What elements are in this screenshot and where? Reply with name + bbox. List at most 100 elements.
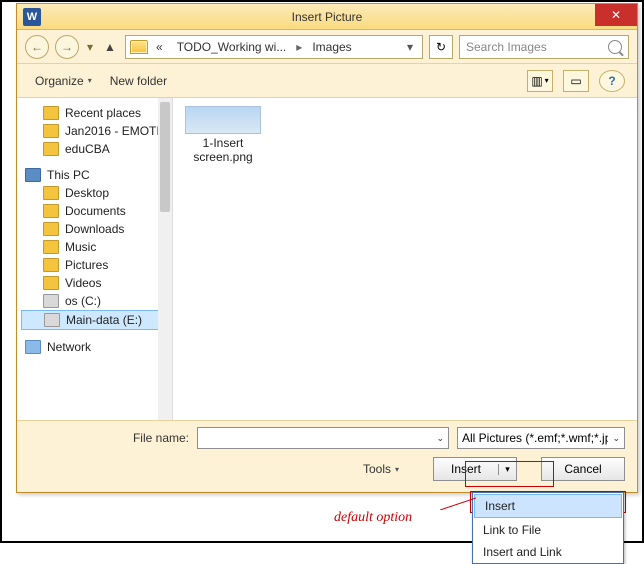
folder-icon bbox=[130, 40, 148, 54]
tree-drive-c[interactable]: os (C:) bbox=[21, 292, 168, 310]
menu-item-insert-and-link[interactable]: Insert and Link bbox=[473, 541, 623, 563]
annotation-arrow bbox=[440, 494, 476, 510]
tree-label: Network bbox=[47, 340, 91, 354]
tools-label: Tools bbox=[363, 462, 391, 476]
folder-icon bbox=[43, 240, 59, 254]
history-dropdown[interactable]: ▾ bbox=[85, 40, 95, 54]
folder-icon bbox=[43, 258, 59, 272]
forward-button[interactable]: → bbox=[55, 35, 79, 59]
up-button[interactable]: ▲ bbox=[101, 38, 119, 56]
titlebar: W Insert Picture ✕ bbox=[17, 4, 637, 30]
help-icon: ? bbox=[608, 74, 615, 88]
sidebar-scrollbar[interactable] bbox=[158, 98, 172, 420]
tree-recent-places[interactable]: Recent places bbox=[21, 104, 168, 122]
sidebar: Recent places Jan2016 - EMOTI eduCBA Thi… bbox=[17, 98, 173, 420]
chevron-down-icon: ▾ bbox=[88, 76, 92, 85]
tree-videos[interactable]: Videos bbox=[21, 274, 168, 292]
tree-educba[interactable]: eduCBA bbox=[21, 140, 168, 158]
tree-label: Pictures bbox=[65, 258, 108, 272]
file-type-filter[interactable]: All Pictures (*.emf;*.wmf;*.jpg;* ⌄ bbox=[457, 427, 625, 449]
address-dropdown-icon[interactable]: ▾ bbox=[402, 40, 418, 54]
folder-icon bbox=[43, 186, 59, 200]
organize-button[interactable]: Organize ▾ bbox=[29, 70, 98, 92]
chevron-down-icon: ▾ bbox=[395, 465, 399, 474]
tree-label: Main-data (E:) bbox=[66, 313, 142, 327]
file-thumbnail bbox=[185, 106, 261, 134]
insert-split-button[interactable]: Insert ▾ bbox=[433, 457, 517, 481]
network-icon bbox=[25, 340, 41, 354]
filter-label: All Pictures (*.emf;*.wmf;*.jpg;* bbox=[462, 431, 608, 445]
tree-desktop[interactable]: Desktop bbox=[21, 184, 168, 202]
cancel-label: Cancel bbox=[542, 462, 624, 476]
drive-icon bbox=[44, 313, 60, 327]
tree-label: Desktop bbox=[65, 186, 109, 200]
folder-icon bbox=[43, 106, 59, 120]
tree-documents[interactable]: Documents bbox=[21, 202, 168, 220]
breadcrumb-2[interactable]: Images bbox=[306, 40, 357, 54]
insert-dropdown-toggle[interactable]: ▾ bbox=[498, 464, 516, 475]
pane-icon: ▭ bbox=[570, 74, 581, 88]
refresh-icon: ↻ bbox=[436, 40, 446, 54]
tools-button[interactable]: Tools ▾ bbox=[357, 458, 405, 480]
nav-row: ← → ▾ ▲ « TODO_Working wi... ▸ Images ▾ … bbox=[17, 30, 637, 64]
tree-label: Jan2016 - EMOTI bbox=[65, 124, 160, 138]
tree-label: Music bbox=[65, 240, 96, 254]
filename-field[interactable] bbox=[202, 431, 432, 445]
search-icon bbox=[608, 40, 622, 54]
tree-label: Recent places bbox=[65, 106, 141, 120]
view-button[interactable]: ▥▾ bbox=[527, 70, 553, 92]
tree-network[interactable]: Network bbox=[21, 338, 168, 356]
breadcrumb-1[interactable]: TODO_Working wi... bbox=[171, 40, 293, 54]
forward-icon: → bbox=[61, 40, 73, 54]
scrollbar-thumb[interactable] bbox=[160, 102, 170, 212]
search-placeholder: Search Images bbox=[466, 40, 547, 54]
folder-icon bbox=[43, 124, 59, 138]
annotation-text: default option bbox=[334, 510, 412, 526]
word-app-icon: W bbox=[23, 8, 41, 26]
up-icon: ▲ bbox=[104, 40, 116, 54]
file-item[interactable]: 1-Insert screen.png bbox=[181, 106, 265, 165]
file-name-label: 1-Insert screen.png bbox=[181, 136, 265, 165]
tree-pictures[interactable]: Pictures bbox=[21, 256, 168, 274]
filename-input[interactable]: ⌄ bbox=[197, 427, 449, 449]
chevron-down-icon[interactable]: ⌄ bbox=[608, 433, 620, 444]
address-bar[interactable]: « TODO_Working wi... ▸ Images ▾ bbox=[125, 35, 423, 59]
filename-label: File name: bbox=[29, 431, 189, 445]
preview-pane-button[interactable]: ▭ bbox=[563, 70, 589, 92]
dialog-footer: File name: ⌄ All Pictures (*.emf;*.wmf;*… bbox=[17, 420, 637, 492]
menu-item-link-to-file[interactable]: Link to File bbox=[473, 519, 623, 541]
folder-icon bbox=[43, 204, 59, 218]
cancel-button[interactable]: Cancel bbox=[541, 457, 625, 481]
close-button[interactable]: ✕ bbox=[595, 4, 637, 26]
pc-icon bbox=[25, 168, 41, 182]
tree-label: Downloads bbox=[65, 222, 124, 236]
tree-label: os (C:) bbox=[65, 294, 101, 308]
tree-this-pc[interactable]: This PC bbox=[21, 166, 168, 184]
menu-item-insert[interactable]: Insert bbox=[474, 494, 622, 518]
tree-label: Videos bbox=[65, 276, 101, 290]
chevron-down-icon: ▾ bbox=[545, 76, 549, 85]
refresh-button[interactable]: ↻ bbox=[429, 35, 453, 59]
chevron-down-icon[interactable]: ⌄ bbox=[432, 433, 444, 444]
insert-dropdown-menu: Insert Link to File Insert and Link bbox=[472, 492, 624, 564]
tree-label: Documents bbox=[65, 204, 126, 218]
back-button[interactable]: ← bbox=[25, 35, 49, 59]
insert-button-label[interactable]: Insert bbox=[434, 462, 498, 476]
tree-downloads[interactable]: Downloads bbox=[21, 220, 168, 238]
breadcrumb-sep-icon[interactable]: ▸ bbox=[294, 40, 304, 54]
back-icon: ← bbox=[31, 40, 43, 54]
tree-music[interactable]: Music bbox=[21, 238, 168, 256]
search-input[interactable]: Search Images bbox=[459, 35, 629, 59]
help-button[interactable]: ? bbox=[599, 70, 625, 92]
tree-jan2016[interactable]: Jan2016 - EMOTI bbox=[21, 122, 168, 140]
breadcrumb-prefix: « bbox=[150, 40, 169, 54]
toolbar: Organize ▾ New folder ▥▾ ▭ ? bbox=[17, 64, 637, 98]
folder-icon bbox=[43, 276, 59, 290]
tree-label: eduCBA bbox=[65, 142, 110, 156]
close-icon: ✕ bbox=[611, 8, 621, 22]
tree-label: This PC bbox=[47, 168, 90, 182]
dialog-title: Insert Picture bbox=[17, 10, 637, 24]
new-folder-button[interactable]: New folder bbox=[104, 70, 173, 92]
file-pane[interactable]: 1-Insert screen.png bbox=[173, 98, 637, 420]
tree-drive-e[interactable]: Main-data (E:) bbox=[21, 310, 168, 330]
